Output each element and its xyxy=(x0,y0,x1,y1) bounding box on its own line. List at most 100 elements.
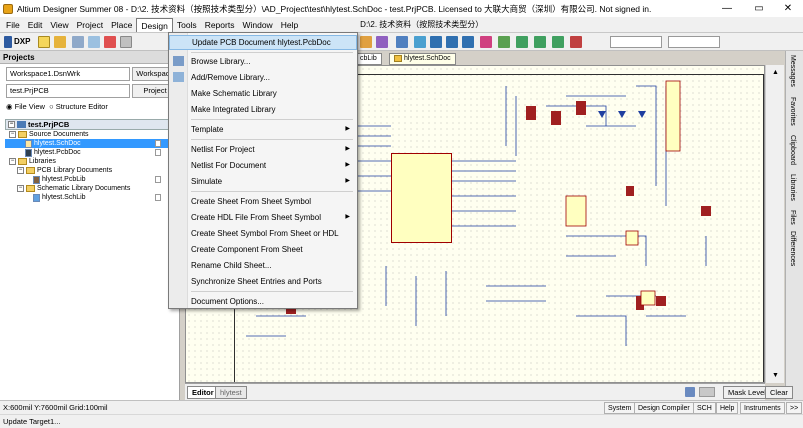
menu-help[interactable]: Help xyxy=(277,18,302,32)
menu-item-make-schematic-library[interactable]: Make Schematic Library xyxy=(169,86,357,101)
menu-item-create-sheet-from-symbol[interactable]: Create Sheet From Sheet Symbol xyxy=(169,194,357,209)
menu-item-netlist-for-document[interactable]: Netlist For Document ▶ xyxy=(169,158,357,173)
structure-editor-label: Structure Editor xyxy=(55,102,108,111)
no-erc-icon[interactable] xyxy=(516,36,528,48)
folder-icon xyxy=(26,185,35,192)
sheet-symbol-icon[interactable] xyxy=(480,36,492,48)
menu-item-create-sheet-symbol[interactable]: Create Sheet Symbol From Sheet or HDL xyxy=(169,226,357,241)
structure-editor-radio[interactable]: ○ Structure Editor xyxy=(49,102,108,111)
project-input[interactable]: test.PrjPCB xyxy=(6,84,130,98)
instruments-button[interactable]: Instruments xyxy=(740,402,785,414)
fit-icon[interactable] xyxy=(120,36,132,48)
maximize-button[interactable]: ▭ xyxy=(744,0,774,17)
print-icon[interactable] xyxy=(72,36,84,48)
tab-messages[interactable]: Messages xyxy=(789,55,796,87)
menu-item-update-pcb[interactable]: Update PCB Document hlytest.PcbDoc xyxy=(169,35,357,50)
brush-icon[interactable] xyxy=(685,387,695,397)
menu-item-add-remove-library[interactable]: Add/Remove Library... xyxy=(169,70,357,85)
sch-button[interactable]: SCH xyxy=(693,402,716,414)
menu-reports[interactable]: Reports xyxy=(201,18,239,32)
tab-pcblib[interactable]: cbLib xyxy=(355,53,382,65)
more-panels-button[interactable]: >> xyxy=(786,402,803,414)
filter-combo[interactable] xyxy=(610,36,662,48)
browse-icon[interactable] xyxy=(104,36,116,48)
collapse-icon[interactable]: − xyxy=(9,131,16,138)
tree-item-schlib[interactable]: hlytest.SchLib xyxy=(5,193,175,202)
tab-hlytest[interactable]: hlytest xyxy=(215,386,247,399)
collapse-icon[interactable]: − xyxy=(8,121,15,128)
menu-place[interactable]: Place xyxy=(107,18,136,32)
tree-item-pcbdoc[interactable]: hlytest.PcbDoc xyxy=(5,148,175,157)
menu-item-template[interactable]: Template ▶ xyxy=(169,122,357,137)
open-folder-icon[interactable] xyxy=(38,36,50,48)
tab-editor[interactable]: Editor xyxy=(187,386,219,399)
wire-icon[interactable] xyxy=(360,36,372,48)
file-view-radio[interactable]: ◉ File View xyxy=(6,102,45,111)
save-icon[interactable] xyxy=(54,36,66,48)
mask-combo[interactable] xyxy=(668,36,720,48)
vertical-scrollbar[interactable]: ▲ ▼ xyxy=(765,65,784,383)
menu-item-label: Netlist For Document xyxy=(191,161,267,170)
mask-level-button[interactable]: Mask Level xyxy=(723,386,771,399)
tab-libraries[interactable]: Libraries xyxy=(789,174,796,201)
menu-item-make-integrated-library[interactable]: Make Integrated Library xyxy=(169,102,357,117)
design-compiler-button[interactable]: Design Compiler xyxy=(634,402,694,414)
ic-component[interactable] xyxy=(391,153,452,243)
cross-icon[interactable] xyxy=(570,36,582,48)
sheet-entry-icon[interactable] xyxy=(552,36,564,48)
tree-pcb-library-documents[interactable]: − PCB Library Documents xyxy=(5,166,175,175)
tab-differences[interactable]: Differences xyxy=(789,231,796,266)
filter-icon[interactable] xyxy=(699,387,715,397)
menu-item-create-component[interactable]: Create Component From Sheet xyxy=(169,242,357,257)
directive-icon[interactable] xyxy=(534,36,546,48)
scroll-up-icon[interactable]: ▲ xyxy=(772,69,779,76)
net-label-icon[interactable] xyxy=(396,36,408,48)
menu-edit[interactable]: Edit xyxy=(24,18,47,32)
tab-files[interactable]: Files xyxy=(789,210,796,225)
minimize-button[interactable]: — xyxy=(712,0,742,17)
junction-icon[interactable] xyxy=(498,36,510,48)
tab-favorites[interactable]: Favorites xyxy=(789,97,796,126)
menu-window[interactable]: Window xyxy=(238,18,276,32)
menu-item-browse-library[interactable]: Browse Library... xyxy=(169,54,357,69)
collapse-icon[interactable]: − xyxy=(9,158,16,165)
menu-item-create-hdl-file[interactable]: Create HDL File From Sheet Symbol ▶ xyxy=(169,210,357,225)
path-combo[interactable]: D:\2. 技术资料（按照技术类型分） xyxy=(360,19,483,30)
tree-item-schdoc[interactable]: hlytest.SchDoc xyxy=(5,139,175,148)
menu-item-netlist-for-project[interactable]: Netlist For Project ▶ xyxy=(169,142,357,157)
dxp-label[interactable]: DXP xyxy=(14,37,30,46)
collapse-icon[interactable]: − xyxy=(17,185,24,192)
close-button[interactable]: ✕ xyxy=(773,0,803,17)
tree-libraries[interactable]: − Libraries xyxy=(5,157,175,166)
system-button[interactable]: System xyxy=(604,402,636,414)
menu-view[interactable]: View xyxy=(46,18,72,32)
menu-item-simulate[interactable]: Simulate ▶ xyxy=(169,174,357,189)
zoom-icon[interactable] xyxy=(88,36,100,48)
clear-button[interactable]: Clear xyxy=(765,386,793,399)
tab-clipboard[interactable]: Clipboard xyxy=(789,135,796,165)
ground-icon[interactable] xyxy=(446,36,458,48)
menu-design[interactable]: Design xyxy=(136,17,173,32)
dxp-icon[interactable] xyxy=(4,36,12,48)
power-icon[interactable] xyxy=(430,36,442,48)
tab-schdoc[interactable]: hlytest.SchDoc xyxy=(389,53,456,65)
menu-file[interactable]: File xyxy=(2,18,24,32)
part-icon[interactable] xyxy=(462,36,474,48)
workspace-select[interactable]: Workspace1.DsnWrk xyxy=(6,67,130,81)
bus-icon[interactable] xyxy=(376,36,388,48)
menu-item-synchronize-sheet-entries[interactable]: Synchronize Sheet Entries and Ports xyxy=(169,274,357,289)
help-button[interactable]: Help xyxy=(716,402,739,414)
menu-item-rename-child-sheet[interactable]: Rename Child Sheet... xyxy=(169,258,357,273)
menu-tools[interactable]: Tools xyxy=(173,18,201,32)
tree-item-pcblib[interactable]: hlytest.PcbLib xyxy=(5,175,175,184)
tree-source-documents[interactable]: − Source Documents xyxy=(5,130,175,139)
menu-separator xyxy=(191,52,353,53)
collapse-icon[interactable]: − xyxy=(17,167,24,174)
menu-item-label: Template xyxy=(191,125,224,134)
menu-item-document-options[interactable]: Document Options... xyxy=(169,294,357,309)
scroll-down-icon[interactable]: ▼ xyxy=(772,372,779,379)
menu-project[interactable]: Project xyxy=(73,18,107,32)
tree-root-project[interactable]: − test.PrjPCB xyxy=(5,119,175,130)
port-icon[interactable] xyxy=(414,36,426,48)
tree-schematic-library-documents[interactable]: − Schematic Library Documents xyxy=(5,184,175,193)
